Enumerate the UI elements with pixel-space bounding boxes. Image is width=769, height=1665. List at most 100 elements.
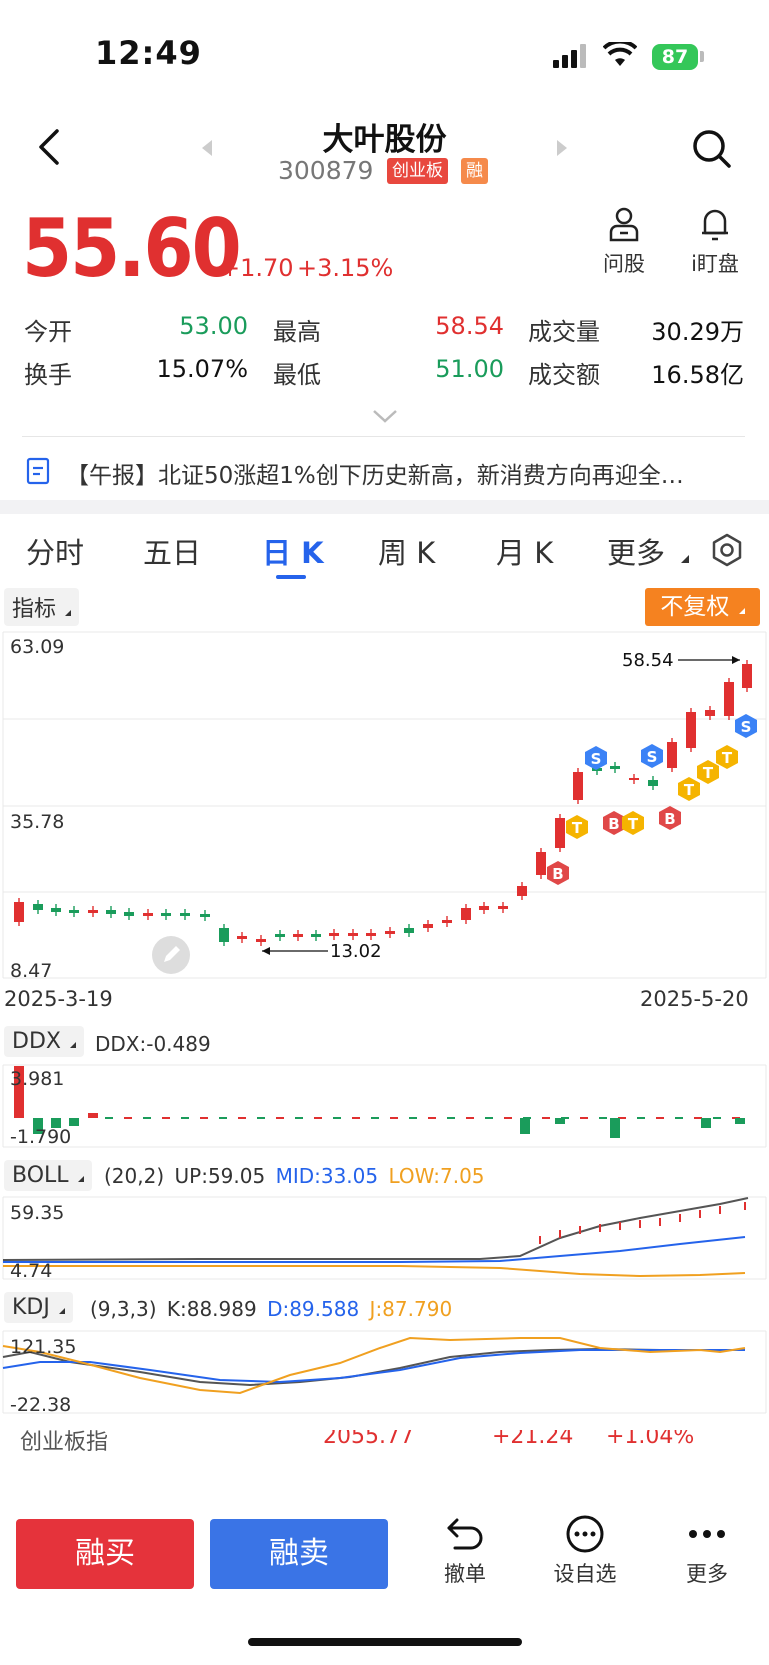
candlesticks	[14, 660, 752, 946]
buy-marker: B	[659, 806, 681, 830]
ddx-bar	[466, 1117, 474, 1119]
ddx-bar	[555, 1118, 565, 1124]
tab-five-day[interactable]: 五日	[143, 530, 201, 572]
candle-body	[219, 928, 229, 942]
candle-body	[293, 934, 303, 937]
low-value: 51.00	[435, 355, 504, 383]
candle-body	[610, 766, 620, 769]
ddx-y-bottom: -1.790	[10, 1126, 72, 1148]
candle-body	[629, 778, 639, 780]
kline-y-top: 63.09	[10, 636, 65, 658]
svg-text:T: T	[572, 819, 583, 837]
ddx-bar	[352, 1117, 360, 1119]
t-marker: T	[566, 815, 588, 839]
candle-body	[311, 934, 321, 937]
candle-body	[479, 906, 489, 910]
ddx-bar	[675, 1117, 683, 1119]
high-value: 58.54	[435, 312, 504, 340]
kline-y-mid: 35.78	[10, 811, 65, 833]
rights-triangle-icon	[738, 608, 745, 614]
ticker-name: 创业板指	[20, 1430, 109, 1455]
turnover-label: 换手	[24, 361, 72, 389]
ddx-triangle-icon	[69, 1042, 76, 1048]
add-watchlist-button[interactable]: 设自选	[540, 1514, 630, 1588]
settings-icon[interactable]	[710, 533, 744, 571]
tab-daily-k[interactable]: 日 K	[262, 530, 324, 572]
kdj-selector[interactable]: KDJ	[4, 1292, 73, 1323]
active-tab-indicator	[276, 575, 306, 579]
low-label: 最低	[273, 361, 321, 389]
search-icon[interactable]	[690, 127, 734, 175]
boll-selector[interactable]: BOLL	[4, 1160, 92, 1191]
battery-indicator: 87	[652, 44, 698, 70]
ddx-bar	[333, 1117, 341, 1119]
ddx-bar	[713, 1117, 721, 1119]
t-marker: T	[622, 811, 644, 835]
tab-more[interactable]: 更多	[607, 530, 665, 572]
expand-chevron-icon[interactable]	[372, 408, 398, 428]
price-change: +1.70	[220, 254, 294, 282]
tab-intraday[interactable]: 分时	[26, 530, 84, 572]
indicator-button[interactable]: 指标	[4, 588, 80, 626]
margin-buy-button[interactable]: 融买	[16, 1519, 194, 1589]
candle-body	[88, 910, 98, 913]
candle-body	[366, 933, 376, 936]
volume-value: 30.29万	[651, 318, 744, 346]
kdj-j: J:87.790	[369, 1297, 453, 1321]
candle-body	[724, 682, 734, 716]
more-dots-circle-icon	[566, 1515, 604, 1553]
kdj-k-line	[2, 1347, 745, 1387]
kdj-name: KDJ	[12, 1295, 50, 1320]
svg-text:B: B	[608, 815, 619, 833]
boll-y-bottom: 4.74	[10, 1260, 53, 1282]
watch-button[interactable]: i盯盘	[680, 206, 750, 278]
ask-button[interactable]: 问股	[600, 206, 648, 278]
person-icon	[609, 207, 639, 242]
indicator-label: 指标	[12, 597, 57, 622]
open-value: 53.00	[179, 312, 248, 340]
kline-chart[interactable]: S S S B B B T T T T T	[0, 630, 769, 980]
rights-button[interactable]: 不复权	[645, 588, 760, 626]
ddx-bar	[599, 1117, 607, 1119]
candle-body	[161, 913, 171, 916]
ddx-selector[interactable]: DDX	[4, 1026, 84, 1057]
candle-body	[404, 928, 414, 933]
tab-weekly-k[interactable]: 周 K	[378, 530, 435, 572]
ddx-bar	[219, 1117, 227, 1119]
margin-sell-button[interactable]: 融卖	[210, 1519, 388, 1589]
tab-monthly-k[interactable]: 月 K	[496, 530, 553, 572]
candle-body	[200, 914, 210, 917]
bell-icon	[702, 209, 728, 241]
ddx-bar	[295, 1117, 303, 1119]
kdj-triangle-icon	[58, 1308, 65, 1314]
ddx-bar	[276, 1117, 284, 1119]
t-marker: T	[678, 777, 700, 801]
more-triangle-icon	[681, 555, 689, 563]
boll-triangle-icon	[77, 1176, 84, 1182]
add-watchlist-label: 设自选	[553, 1562, 617, 1586]
candle-body	[536, 852, 546, 875]
boll-up-line	[2, 1197, 749, 1261]
svg-text:T: T	[722, 749, 733, 767]
volume-label: 成交量	[528, 318, 600, 346]
kline-y-bottom: 8.47	[10, 960, 53, 982]
cancel-order-button[interactable]: 撤单	[420, 1514, 510, 1588]
ddx-bar	[105, 1117, 113, 1119]
candle-body	[686, 712, 696, 748]
ddx-bar	[143, 1117, 151, 1119]
boll-y-top: 59.35	[10, 1202, 65, 1224]
ddx-name: DDX	[12, 1029, 61, 1054]
candle-body	[33, 904, 43, 910]
more-button[interactable]: 更多	[662, 1514, 752, 1588]
kline-grid	[2, 631, 767, 979]
sell-marker: S	[735, 714, 757, 738]
svg-text:S: S	[647, 748, 658, 766]
ddx-bar	[542, 1117, 550, 1119]
ellipsis-icon	[689, 1530, 725, 1538]
pencil-icon[interactable]	[152, 936, 190, 974]
news-headline[interactable]: 【午报】北证50涨超1%创下历史新高，新消费方向再迎全…	[66, 456, 746, 490]
boll-param-text: (20,2)	[104, 1164, 165, 1188]
candle-body	[461, 908, 471, 920]
ddx-bar	[124, 1117, 132, 1119]
svg-text:T: T	[703, 764, 714, 782]
